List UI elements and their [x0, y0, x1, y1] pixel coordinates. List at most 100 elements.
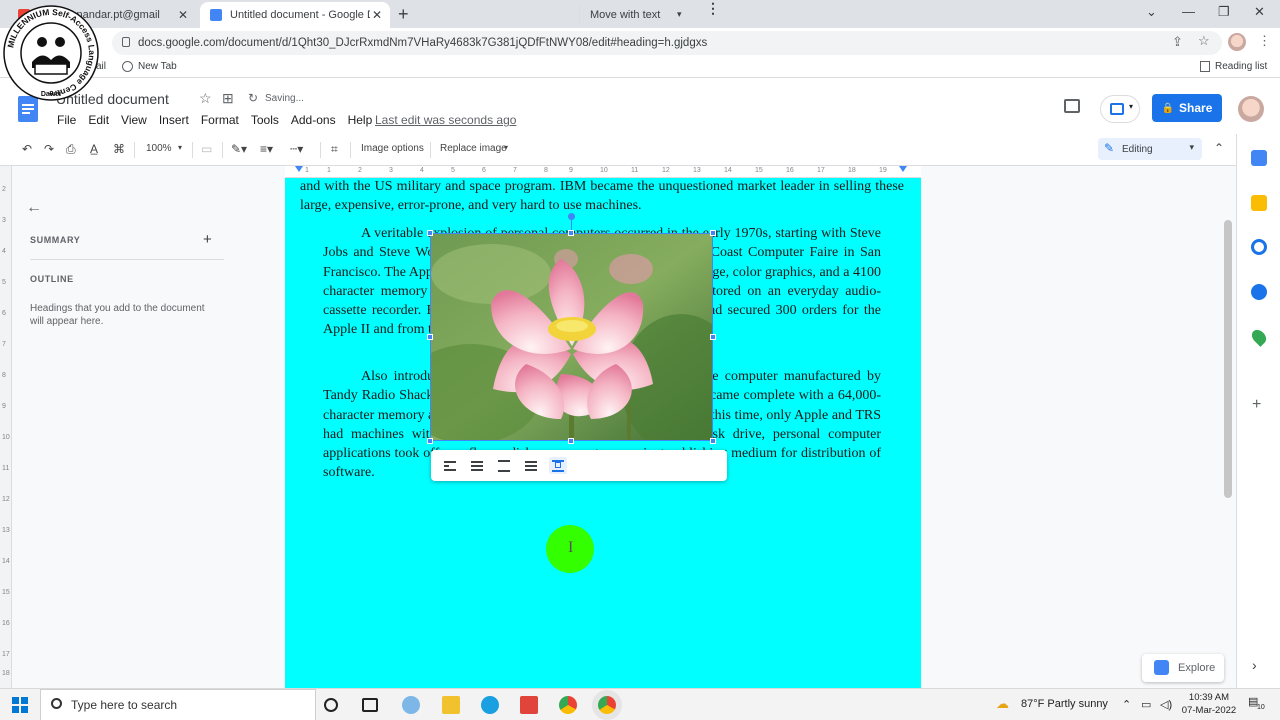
tray-chevron-icon[interactable]: ⌃	[1122, 698, 1131, 711]
rotate-handle[interactable]	[568, 213, 575, 220]
chevron-down-icon[interactable]: ▾	[178, 143, 182, 152]
resize-handle-top[interactable]	[568, 230, 574, 236]
position-select[interactable]: Move with text	[590, 9, 660, 21]
vertical-scrollbar[interactable]	[1224, 220, 1232, 498]
in-front-of-text-button[interactable]	[549, 457, 567, 474]
volume-icon[interactable]: ◁)	[1160, 698, 1172, 711]
border-dash-icon[interactable]: ┄▾	[290, 142, 303, 156]
office-app-icon[interactable]	[520, 696, 538, 714]
paint-format-icon[interactable]: ⌘	[113, 142, 125, 156]
ruler-tick: 9	[569, 167, 573, 174]
editing-mode-select[interactable]: ✎ Editing ▾	[1098, 138, 1202, 160]
resize-handle-bottom[interactable]	[568, 438, 574, 444]
menu-addons[interactable]: Add-ons	[291, 113, 336, 127]
taskbar-search[interactable]: Type here to search	[40, 689, 316, 720]
task-view-icon[interactable]	[362, 698, 378, 712]
redo-icon[interactable]: ↷	[44, 142, 54, 156]
close-outline-icon[interactable]: ←	[26, 199, 42, 217]
lotus-image[interactable]	[430, 233, 713, 441]
break-text-button[interactable]	[495, 457, 513, 474]
close-icon[interactable]: ✕	[372, 8, 382, 22]
contacts-icon[interactable]	[1251, 284, 1267, 300]
resize-handle-right[interactable]	[710, 334, 716, 340]
left-indent-marker[interactable]	[295, 166, 303, 172]
resize-handle-bottom-left[interactable]	[427, 438, 433, 444]
cortana-icon[interactable]	[324, 698, 338, 712]
replace-image-button[interactable]: Replace image	[440, 143, 507, 154]
windows-taskbar: Type here to search ☁ 87°F Partly sunny …	[0, 688, 1280, 720]
crop-icon[interactable]: ⌗	[331, 142, 338, 157]
share-page-icon[interactable]: ⇪	[1172, 34, 1183, 50]
app-icon[interactable]	[402, 696, 420, 714]
chevron-down-icon[interactable]: ▾	[504, 143, 508, 152]
share-button[interactable]: 🔒 Share	[1152, 94, 1222, 122]
add-addon-icon[interactable]: +	[1252, 396, 1261, 414]
menu-view[interactable]: View	[121, 113, 147, 127]
hide-menus-icon[interactable]: ⌃	[1214, 141, 1224, 155]
comment-icon[interactable]: ▭	[201, 142, 212, 156]
add-summary-icon[interactable]: +	[203, 231, 212, 248]
tasks-icon[interactable]	[1251, 239, 1267, 255]
menu-tools[interactable]: Tools	[251, 113, 279, 127]
reading-list-button[interactable]: Reading list	[1200, 61, 1267, 72]
file-explorer-icon[interactable]	[442, 696, 460, 714]
minimize-button[interactable]: —	[1182, 4, 1195, 19]
resize-handle-left[interactable]	[427, 334, 433, 340]
taskbar-clock[interactable]: 10:39 AM 07-Mar-2022	[1180, 691, 1238, 717]
resize-handle-top-left[interactable]	[427, 230, 433, 236]
wrap-text-button[interactable]	[468, 457, 486, 474]
tab-title: Untitled document - Google Docs	[230, 9, 370, 21]
chrome-icon[interactable]	[559, 696, 577, 714]
address-bar[interactable]: docs.google.com/document/d/1Qht30_DJcrRx…	[112, 31, 1222, 55]
weather-text[interactable]: 87°F Partly sunny	[1021, 698, 1108, 710]
tab-search-icon[interactable]: ⌄	[1146, 4, 1157, 20]
close-icon[interactable]: ✕	[178, 8, 188, 22]
border-color-icon[interactable]: ✎▾	[231, 142, 247, 156]
spellcheck-icon[interactable]: A̲	[90, 142, 98, 156]
chrome-active-icon[interactable]	[598, 696, 616, 714]
bookmark-star-icon[interactable]: ☆	[1198, 33, 1210, 49]
comment-history-icon[interactable]	[1064, 99, 1080, 113]
image-options-button[interactable]: Image options	[361, 143, 424, 154]
paragraph[interactable]: and with the US military and space progr…	[300, 178, 904, 216]
menu-file[interactable]: File	[57, 113, 76, 127]
chevron-down-icon[interactable]: ▾	[677, 9, 682, 20]
present-button[interactable]: ▾	[1100, 95, 1140, 123]
explore-button[interactable]: Explore	[1142, 654, 1224, 682]
window-close-button[interactable]: ✕	[1254, 4, 1265, 20]
bookmark-new-tab[interactable]: New Tab	[122, 61, 177, 72]
resize-handle-bottom-right[interactable]	[710, 438, 716, 444]
browser-tab-docs[interactable]: Untitled document - Google Docs ✕	[200, 2, 390, 28]
new-tab-button[interactable]: +	[398, 4, 409, 25]
edge-icon[interactable]	[481, 696, 499, 714]
last-edit-link[interactable]: Last edit was seconds ago	[375, 113, 516, 127]
account-avatar[interactable]	[1238, 96, 1264, 122]
zoom-select[interactable]: 100%	[146, 143, 172, 154]
move-folder-icon[interactable]: ⊞	[222, 90, 234, 107]
right-indent-marker[interactable]	[899, 166, 907, 172]
border-weight-icon[interactable]: ≡▾	[260, 142, 273, 156]
windows-start-button[interactable]	[12, 697, 28, 713]
menu-help[interactable]: Help	[348, 113, 373, 127]
menu-format[interactable]: Format	[201, 113, 239, 127]
notification-icon[interactable]: ▤ 10	[1248, 695, 1265, 711]
calendar-icon[interactable]	[1251, 150, 1267, 166]
resize-handle-top-right[interactable]	[710, 230, 716, 236]
more-options-icon[interactable]: ⋮	[706, 1, 720, 15]
behind-text-button[interactable]	[522, 457, 540, 474]
browser-menu-icon[interactable]: ⋮	[1258, 33, 1271, 49]
undo-icon[interactable]: ↶	[22, 142, 32, 156]
battery-icon[interactable]: ▭	[1141, 698, 1151, 711]
maximize-button[interactable]: ❐	[1218, 4, 1230, 20]
keep-icon[interactable]	[1251, 195, 1267, 211]
menu-edit[interactable]: Edit	[88, 113, 109, 127]
ruler-tick: 3	[2, 217, 6, 224]
wrap-inline-button[interactable]	[441, 457, 459, 474]
maps-icon[interactable]	[1249, 327, 1269, 347]
show-side-panel-icon[interactable]: ›	[1252, 657, 1257, 673]
menu-insert[interactable]: Insert	[159, 113, 189, 127]
print-icon[interactable]: ⎙	[66, 142, 76, 157]
star-icon[interactable]: ☆	[199, 90, 212, 107]
profile-avatar[interactable]	[1228, 33, 1246, 51]
menu-bar: File Edit View Insert Format Tools Add-o…	[57, 113, 384, 127]
